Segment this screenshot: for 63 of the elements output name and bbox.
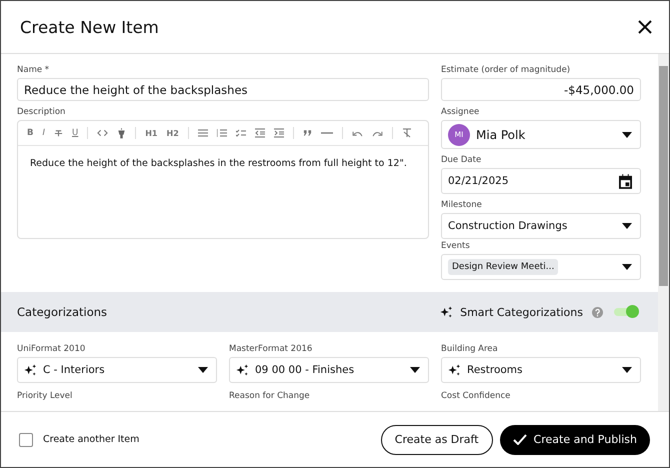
caret-icon <box>622 132 632 138</box>
horizontal-rule-icon[interactable] <box>320 132 333 134</box>
close-icon[interactable] <box>638 20 652 34</box>
checkbox-label: Create another Item <box>43 434 140 445</box>
field-label: Assignee <box>441 107 480 117</box>
field-label: Description <box>17 107 66 117</box>
description-editor[interactable]: B I U H1 H2 Reduce the height of the backsplashes in the restrooms from full height to 12". <box>17 120 429 239</box>
estimate-input[interactable]: -$45,000.00 <box>441 78 641 101</box>
draft-button[interactable]: Create as Draft <box>380 424 493 454</box>
caret-icon <box>198 367 208 373</box>
indent-icon[interactable] <box>274 128 284 138</box>
task-list-icon[interactable] <box>236 128 246 138</box>
publish-button[interactable]: Create and Publish <box>500 424 650 454</box>
bold-button[interactable]: B <box>27 128 34 138</box>
italic-button[interactable]: I <box>42 128 45 138</box>
events-select[interactable]: Design Review Meeti... <box>441 254 641 280</box>
clear-format-icon[interactable] <box>402 128 412 138</box>
field-label: Due Date <box>441 155 482 165</box>
calendar-icon[interactable] <box>619 174 632 188</box>
field-label: Reason for Change <box>229 391 311 401</box>
highlighter-icon[interactable] <box>117 128 126 138</box>
event-chip[interactable]: Design Review Meeti... <box>448 259 558 275</box>
category-select[interactable]: C - Interiors <box>17 357 217 383</box>
field-label: Estimate (order of magnitude) <box>441 65 572 75</box>
milestone-select[interactable]: Construction Drawings <box>441 213 641 239</box>
strikethrough-icon[interactable] <box>54 128 63 138</box>
help-icon[interactable] <box>592 306 603 318</box>
field-label: Building Area <box>441 344 499 354</box>
smart-toggle[interactable] <box>614 308 636 316</box>
description-text: Reduce the height of the backsplashes in the restrooms from full height to 12". <box>30 158 408 169</box>
field-label: Name * <box>17 65 50 75</box>
caret-icon <box>410 367 420 373</box>
outdent-icon[interactable] <box>254 128 265 138</box>
bullet-list-icon[interactable] <box>198 128 208 138</box>
name-input[interactable]: Reduce the height of the backsplashes <box>17 78 429 101</box>
caret-icon <box>622 367 632 373</box>
code-icon[interactable] <box>97 129 108 137</box>
checkbox[interactable] <box>19 432 33 446</box>
field-label: MasterFormat 2016 <box>229 344 314 354</box>
assignee-name: Mia Polk <box>476 128 526 142</box>
scrollbar[interactable] <box>658 54 669 411</box>
caret-icon <box>622 264 632 270</box>
dialog-title: Create New Item <box>20 18 159 36</box>
numbered-list-icon[interactable] <box>216 128 227 138</box>
field-label: Events <box>441 241 471 251</box>
field-label: Milestone <box>441 200 483 210</box>
redo-icon[interactable] <box>372 130 383 136</box>
quote-icon[interactable] <box>302 130 312 136</box>
heading-one-button[interactable]: H1 <box>145 128 158 138</box>
category-select[interactable]: Restrooms <box>441 357 641 383</box>
field-label: Priority Level <box>17 391 74 401</box>
field-label: UniFormat 2010 <box>17 344 86 354</box>
undo-icon[interactable] <box>352 130 363 136</box>
sparkle-icon <box>440 306 454 318</box>
caret-icon <box>622 223 632 229</box>
field-label: Cost Confidence <box>441 391 512 401</box>
heading-two-button[interactable]: H2 <box>166 128 179 138</box>
category-select[interactable]: 09 00 00 - Finishes <box>229 357 429 383</box>
smart-label: Smart Categorizations <box>460 306 583 318</box>
due-date-input[interactable]: 02/21/2025 <box>441 168 641 194</box>
checkmark-icon <box>512 434 527 445</box>
underline-button[interactable]: U <box>72 128 78 138</box>
section-title: Categorizations <box>17 305 108 319</box>
